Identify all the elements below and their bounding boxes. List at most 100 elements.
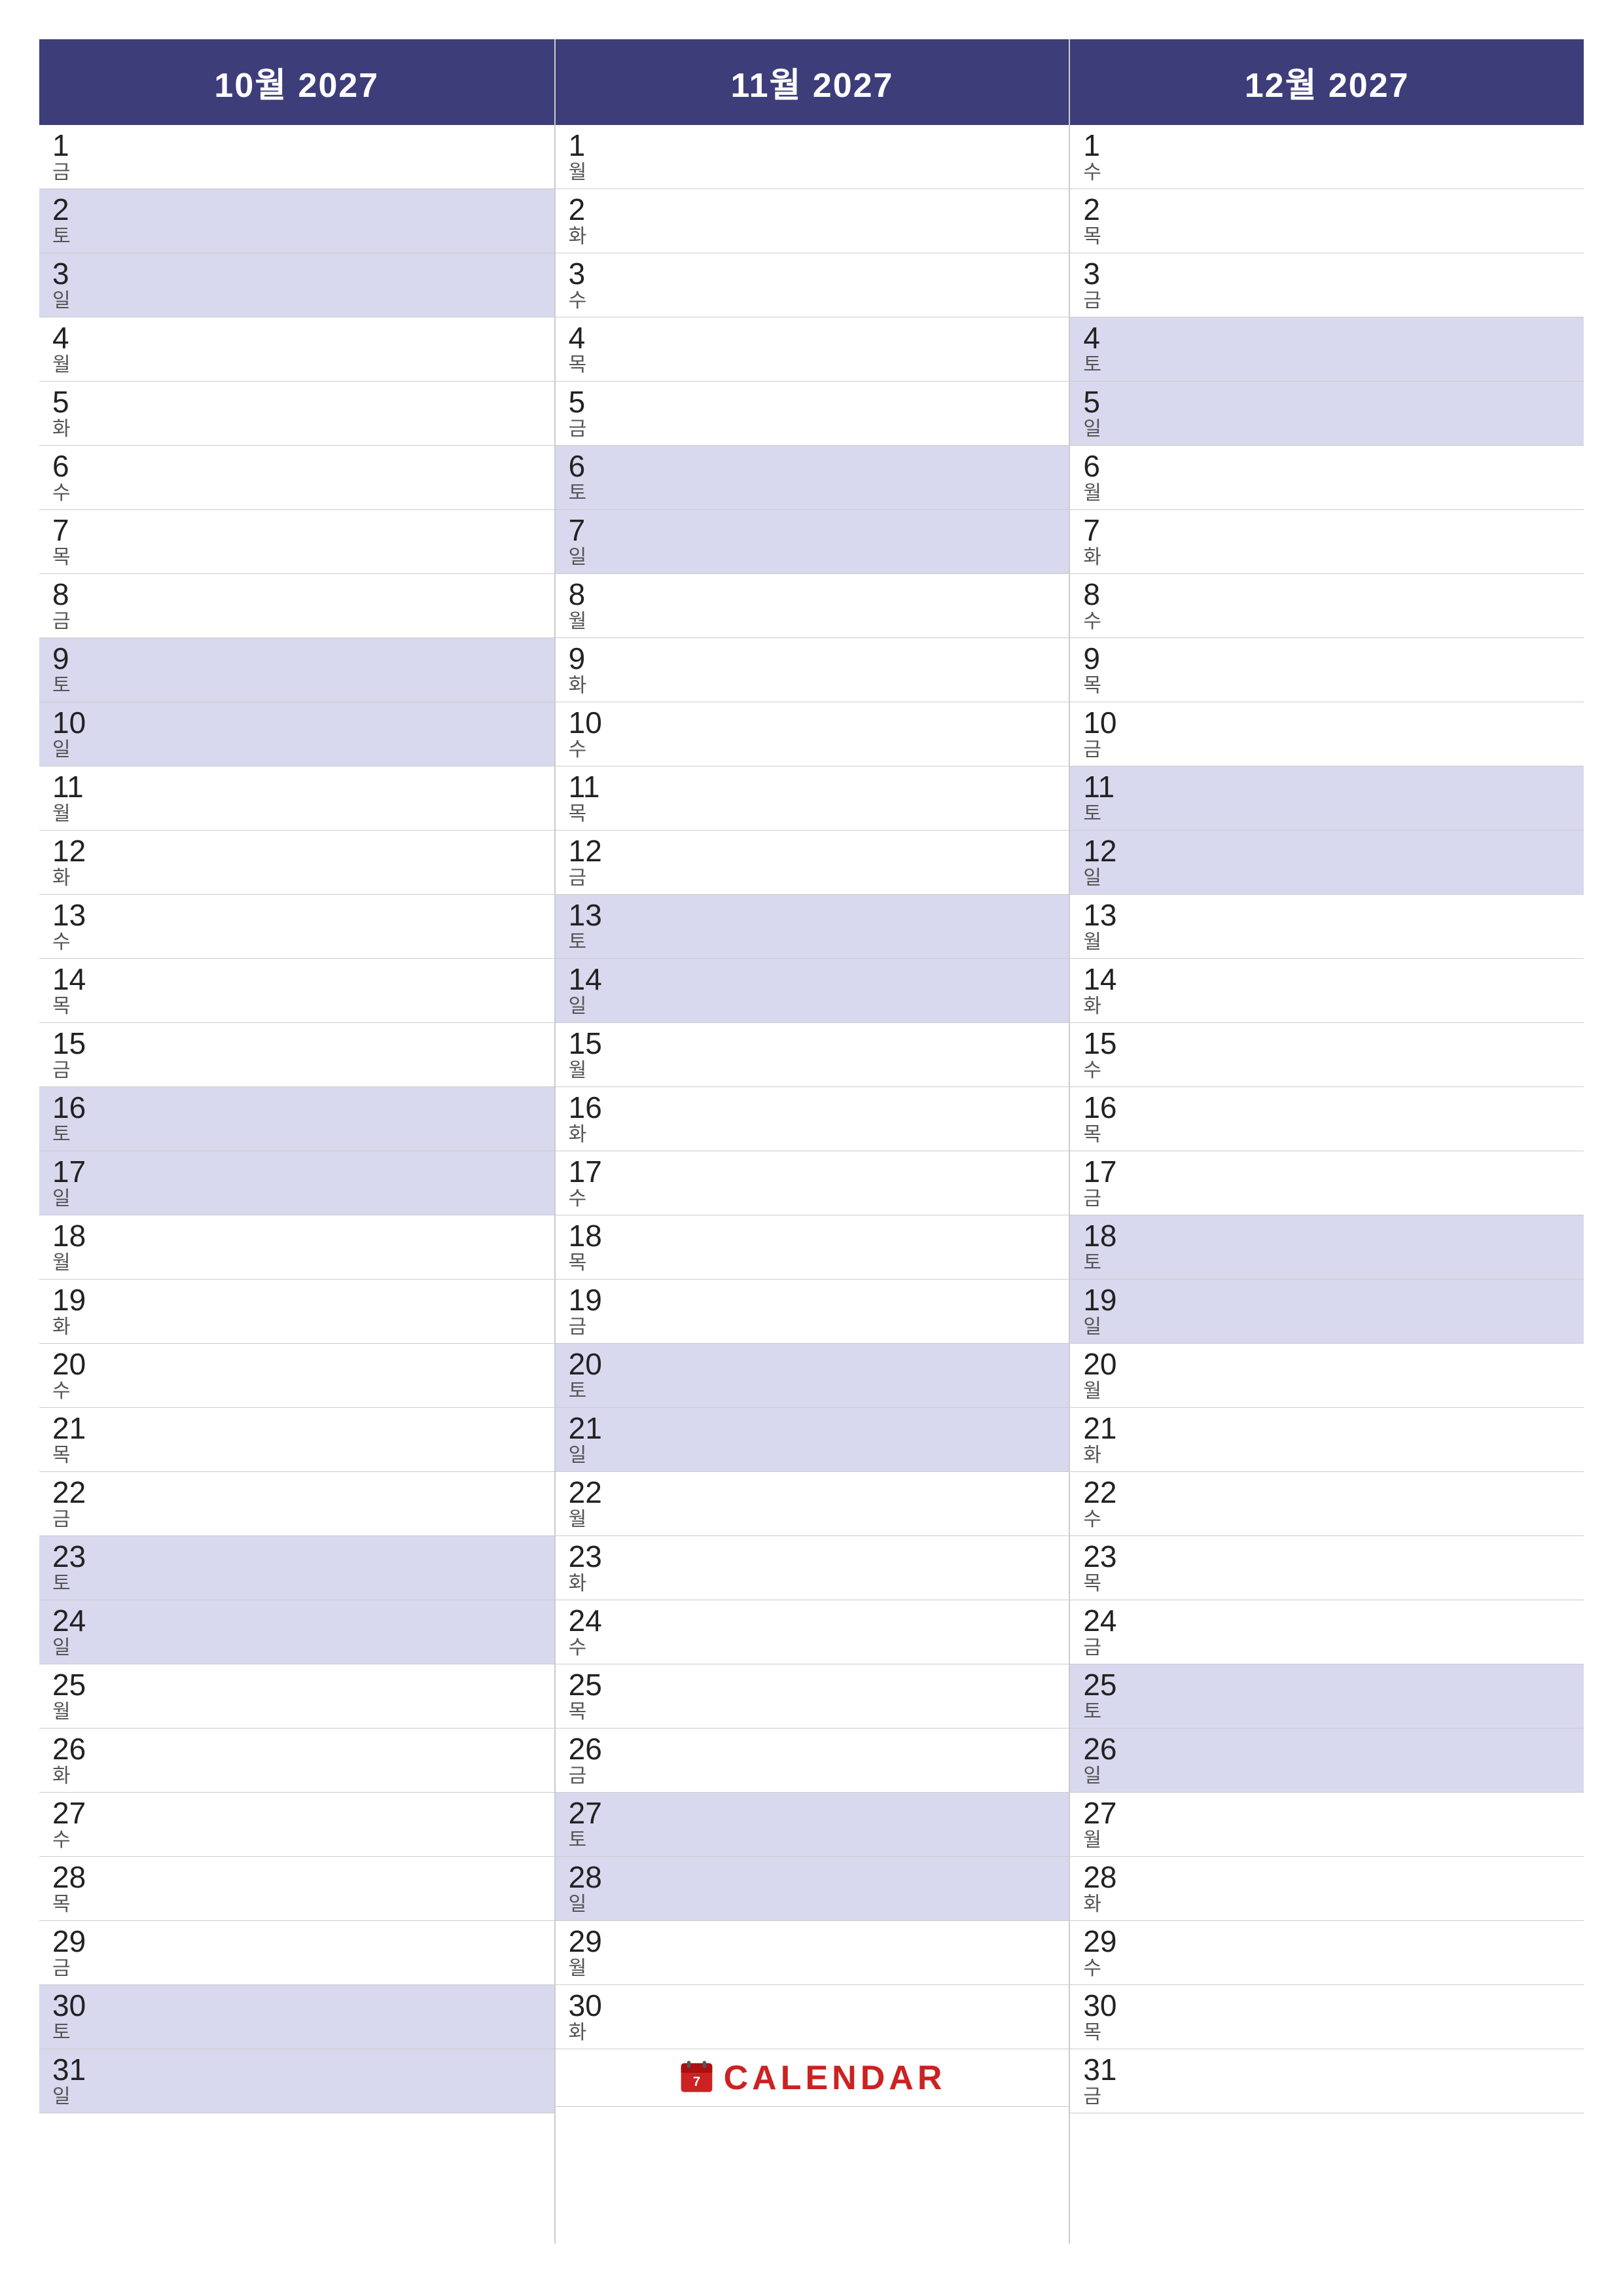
day-row: 28일 bbox=[556, 1857, 1069, 1921]
day-number: 7 bbox=[52, 515, 71, 545]
day-row: 2화 bbox=[556, 189, 1069, 253]
day-info: 25목 bbox=[569, 1670, 602, 1723]
day-name: 일 bbox=[569, 1893, 602, 1915]
day-row: 21일 bbox=[556, 1408, 1069, 1472]
day-number: 25 bbox=[1083, 1670, 1116, 1700]
day-number: 30 bbox=[1083, 1990, 1116, 2020]
calendar-container: 10월 20271금2토3일4월5화6수7목8금9토10일11월12화13수14… bbox=[0, 0, 1623, 2296]
day-number: 16 bbox=[569, 1092, 602, 1122]
day-number: 12 bbox=[1083, 836, 1116, 866]
day-row: 18월 bbox=[39, 1215, 554, 1280]
day-row: 3일 bbox=[39, 253, 554, 317]
day-name: 월 bbox=[569, 1060, 602, 1081]
day-number: 27 bbox=[1083, 1798, 1116, 1828]
day-name: 토 bbox=[52, 2022, 86, 2043]
day-name: 금 bbox=[1083, 739, 1116, 761]
day-name: 일 bbox=[569, 1444, 602, 1466]
day-name: 토 bbox=[569, 482, 587, 504]
day-number: 11 bbox=[1083, 772, 1115, 802]
day-number: 10 bbox=[52, 708, 86, 738]
day-row: 19금 bbox=[556, 1280, 1069, 1344]
day-row: 5화 bbox=[39, 382, 554, 446]
day-name: 수 bbox=[1083, 611, 1101, 632]
day-number: 14 bbox=[569, 964, 602, 994]
day-number: 5 bbox=[569, 387, 587, 417]
day-number: 14 bbox=[52, 964, 86, 994]
day-name: 목 bbox=[569, 1701, 602, 1723]
day-row: 26금 bbox=[556, 1729, 1069, 1793]
day-row: 3금 bbox=[1070, 253, 1584, 317]
day-number: 5 bbox=[52, 387, 71, 417]
day-row: 21목 bbox=[39, 1408, 554, 1472]
day-number: 20 bbox=[569, 1349, 602, 1379]
day-row: 10수 bbox=[556, 702, 1069, 766]
day-number: 30 bbox=[569, 1990, 602, 2020]
day-name: 화 bbox=[569, 1124, 602, 1145]
day-name: 수 bbox=[52, 931, 86, 953]
day-info: 15월 bbox=[569, 1028, 602, 1081]
day-number: 18 bbox=[52, 1221, 86, 1251]
day-row: 29수 bbox=[1070, 1921, 1584, 1985]
day-number: 28 bbox=[1083, 1862, 1116, 1892]
day-number: 21 bbox=[52, 1413, 86, 1443]
day-name: 수 bbox=[1083, 162, 1101, 183]
day-info: 6수 bbox=[52, 451, 71, 504]
day-info: 10금 bbox=[1083, 708, 1116, 761]
day-info: 11토 bbox=[1083, 772, 1115, 825]
month-header-dec: 12월 2027 bbox=[1070, 39, 1584, 125]
day-number: 22 bbox=[1083, 1477, 1116, 1507]
day-number: 10 bbox=[1083, 708, 1116, 738]
month-column-nov: 11월 20271월2화3수4목5금6토7일8월9화10수11목12금13토14… bbox=[554, 39, 1069, 2244]
day-info: 23토 bbox=[52, 1541, 86, 1594]
day-name: 목 bbox=[569, 803, 600, 825]
day-info: 8금 bbox=[52, 579, 71, 632]
day-row: 13수 bbox=[39, 895, 554, 959]
day-name: 금 bbox=[1083, 290, 1101, 312]
day-name: 일 bbox=[1083, 418, 1101, 440]
day-name: 수 bbox=[569, 739, 602, 761]
day-info: 31일 bbox=[52, 2054, 86, 2108]
day-row: 29금 bbox=[39, 1921, 554, 1985]
day-number: 19 bbox=[52, 1285, 86, 1315]
day-number: 13 bbox=[1083, 900, 1116, 930]
day-number: 11 bbox=[52, 772, 84, 802]
day-number: 11 bbox=[569, 772, 600, 802]
day-row: 26화 bbox=[39, 1729, 554, 1793]
day-info: 2화 bbox=[569, 194, 587, 247]
day-number: 7 bbox=[1083, 515, 1101, 545]
day-row: 1금 bbox=[39, 125, 554, 189]
day-name: 목 bbox=[52, 996, 86, 1017]
day-row: 2목 bbox=[1070, 189, 1584, 253]
day-name: 수 bbox=[569, 1188, 602, 1210]
day-row: 19화 bbox=[39, 1280, 554, 1344]
day-name: 수 bbox=[52, 1829, 86, 1851]
day-info: 4토 bbox=[1083, 323, 1101, 376]
day-info: 22월 bbox=[569, 1477, 602, 1530]
months-grid: 10월 20271금2토3일4월5화6수7목8금9토10일11월12화13수14… bbox=[39, 39, 1584, 2244]
day-info: 20수 bbox=[52, 1349, 86, 1402]
day-row: 7 CALENDAR bbox=[556, 2049, 1069, 2107]
day-row: 27수 bbox=[39, 1793, 554, 1857]
day-row: 9화 bbox=[556, 638, 1069, 702]
day-row: 16화 bbox=[556, 1087, 1069, 1151]
day-info: 29금 bbox=[52, 1926, 86, 1979]
day-number: 4 bbox=[1083, 323, 1101, 353]
day-number: 22 bbox=[569, 1477, 602, 1507]
day-name: 월 bbox=[52, 803, 84, 825]
day-name: 일 bbox=[1083, 867, 1116, 889]
day-info: 14일 bbox=[569, 964, 602, 1017]
day-info: 21목 bbox=[52, 1413, 86, 1466]
day-number: 19 bbox=[1083, 1285, 1116, 1315]
day-number: 21 bbox=[1083, 1413, 1116, 1443]
day-row: 14목 bbox=[39, 959, 554, 1023]
day-number: 3 bbox=[1083, 259, 1101, 289]
day-name: 일 bbox=[569, 547, 587, 568]
day-info: 17일 bbox=[52, 1157, 86, 1210]
day-row: 25토 bbox=[1070, 1664, 1584, 1729]
day-row: 23토 bbox=[39, 1536, 554, 1600]
day-name: 토 bbox=[52, 1573, 86, 1594]
day-info: 30목 bbox=[1083, 1990, 1116, 2043]
day-info: 16화 bbox=[569, 1092, 602, 1145]
day-name: 수 bbox=[569, 290, 587, 312]
day-info: 9화 bbox=[569, 643, 587, 696]
